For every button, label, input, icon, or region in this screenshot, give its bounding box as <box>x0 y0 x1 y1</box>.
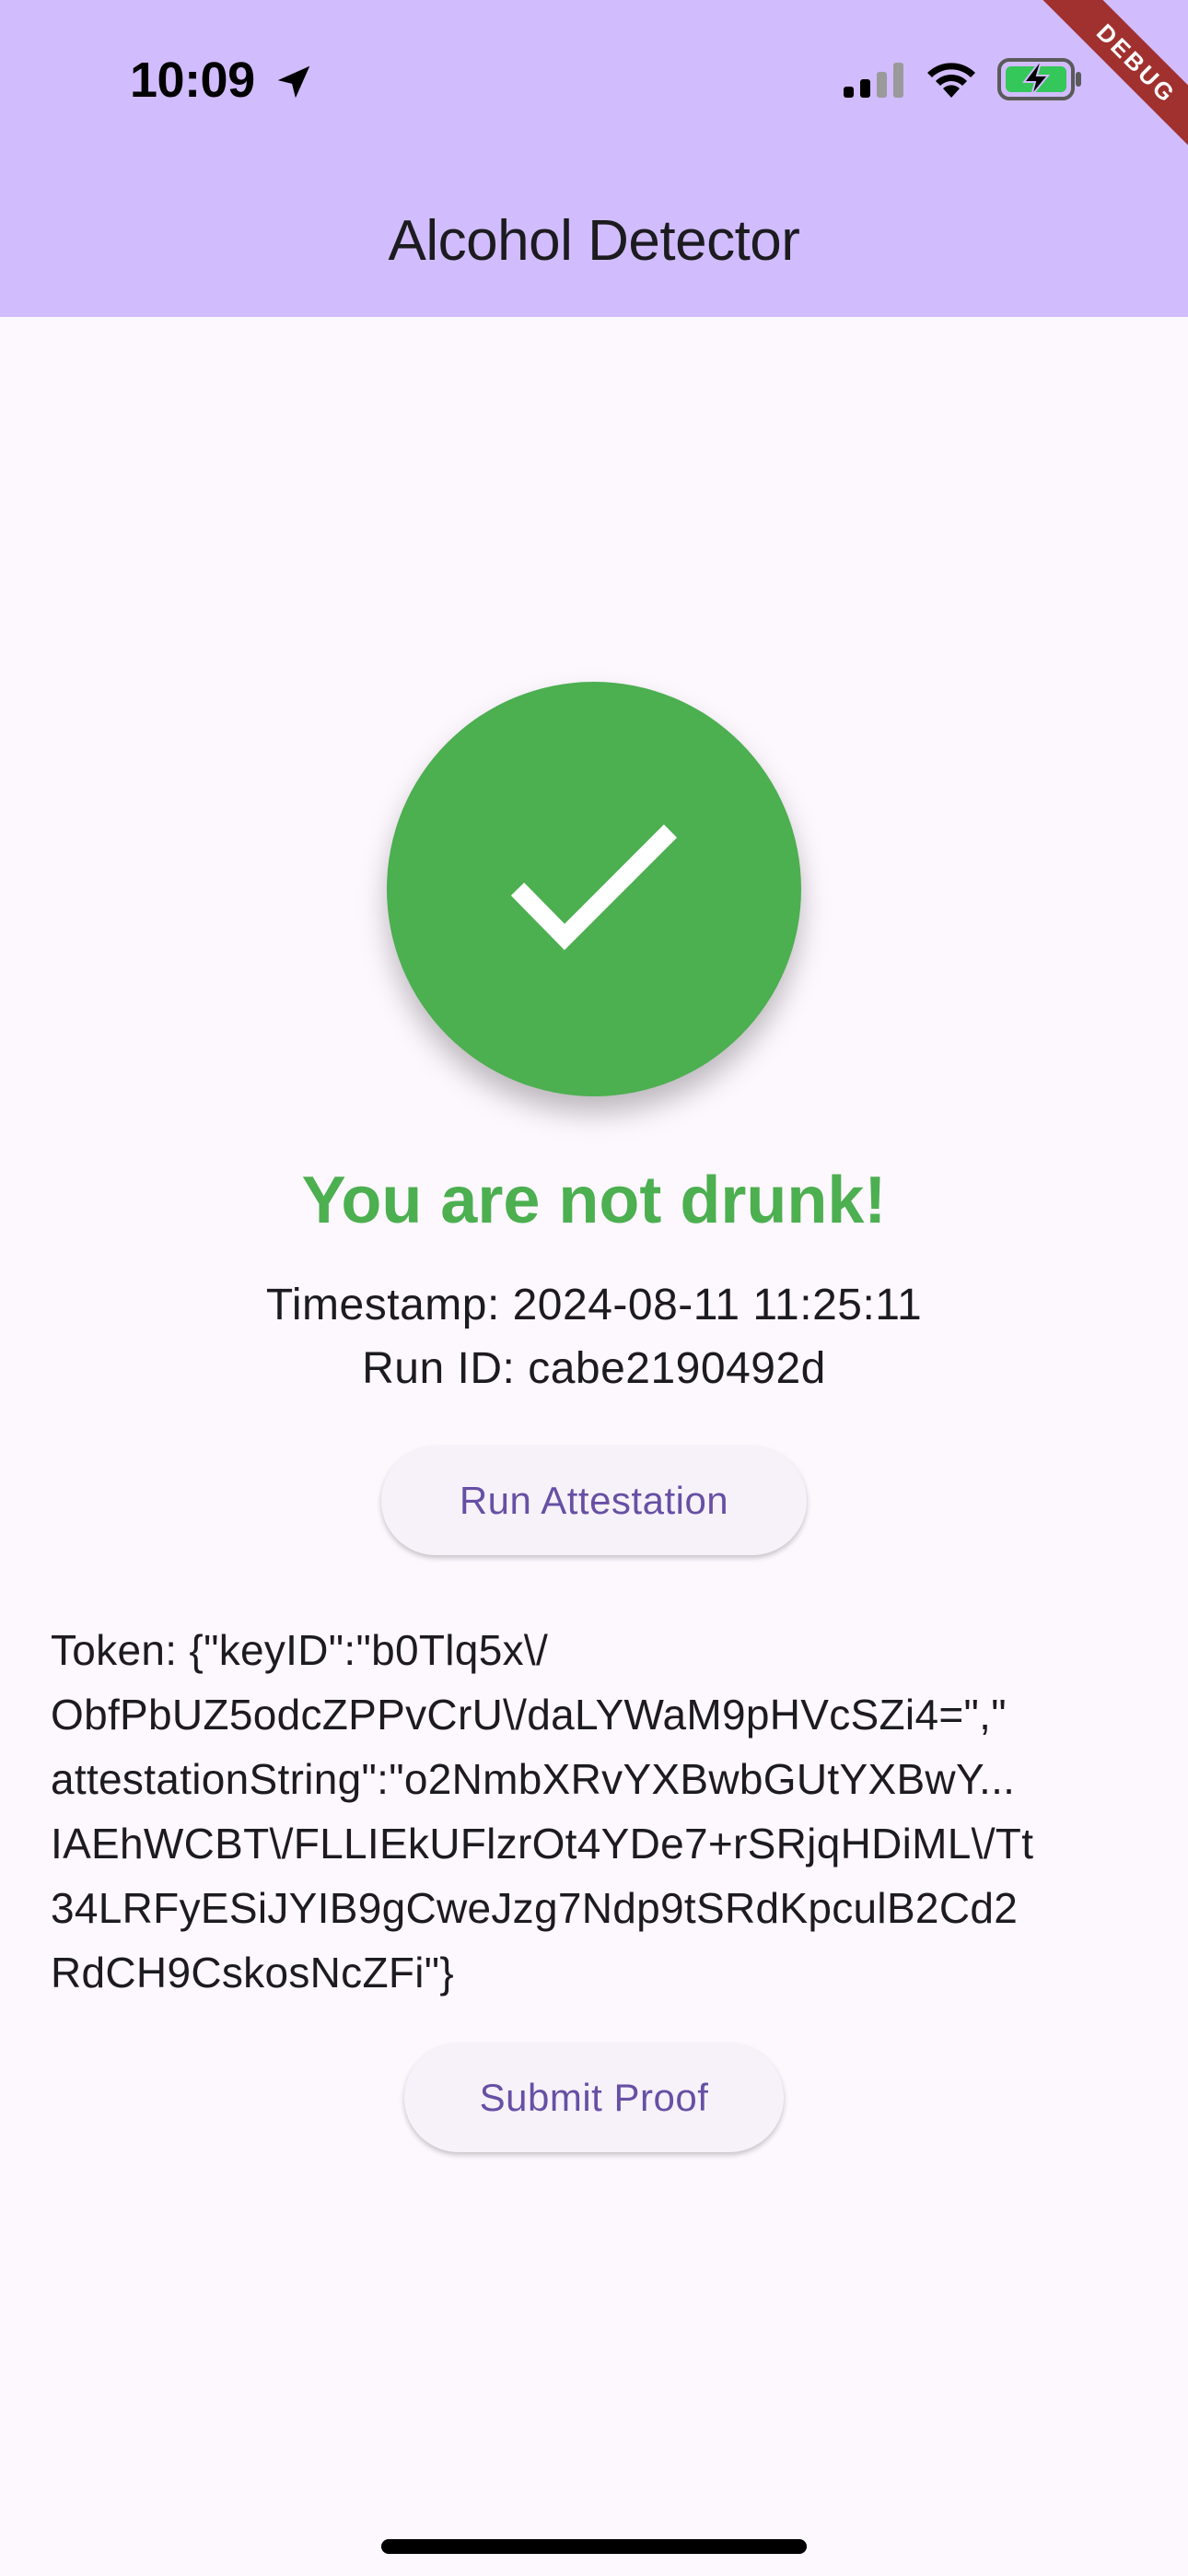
timestamp-text: Timestamp: 2024-08-11 11:25:11 <box>265 1281 923 1329</box>
home-indicator[interactable] <box>381 2539 807 2554</box>
run-attestation-button[interactable]: Run Attestation <box>381 1446 807 1555</box>
debug-banner-label: DEBUG <box>1023 0 1188 177</box>
page-title: Alcohol Detector <box>388 209 800 273</box>
status-time: 10:09 <box>130 53 255 108</box>
wifi-icon <box>927 63 975 98</box>
debug-banner: DEBUG <box>1004 0 1188 184</box>
check-icon <box>510 824 678 951</box>
location-arrow-icon <box>277 65 310 99</box>
run-id-text: Run ID: cabe2190492d <box>362 1344 826 1393</box>
token-text: Token: {"keyID":"b0Tlq5x\/ ObfPbUZ5odcZP… <box>51 1626 1034 1996</box>
result-message: You are not drunk! <box>301 1164 887 1237</box>
cellular-signal-icon <box>844 63 903 98</box>
result-status-circle <box>387 682 801 1096</box>
submit-proof-button[interactable]: Submit Proof <box>404 2043 784 2152</box>
app-bar: 10:09 DEBUG Alcohol Detector <box>0 0 1188 317</box>
